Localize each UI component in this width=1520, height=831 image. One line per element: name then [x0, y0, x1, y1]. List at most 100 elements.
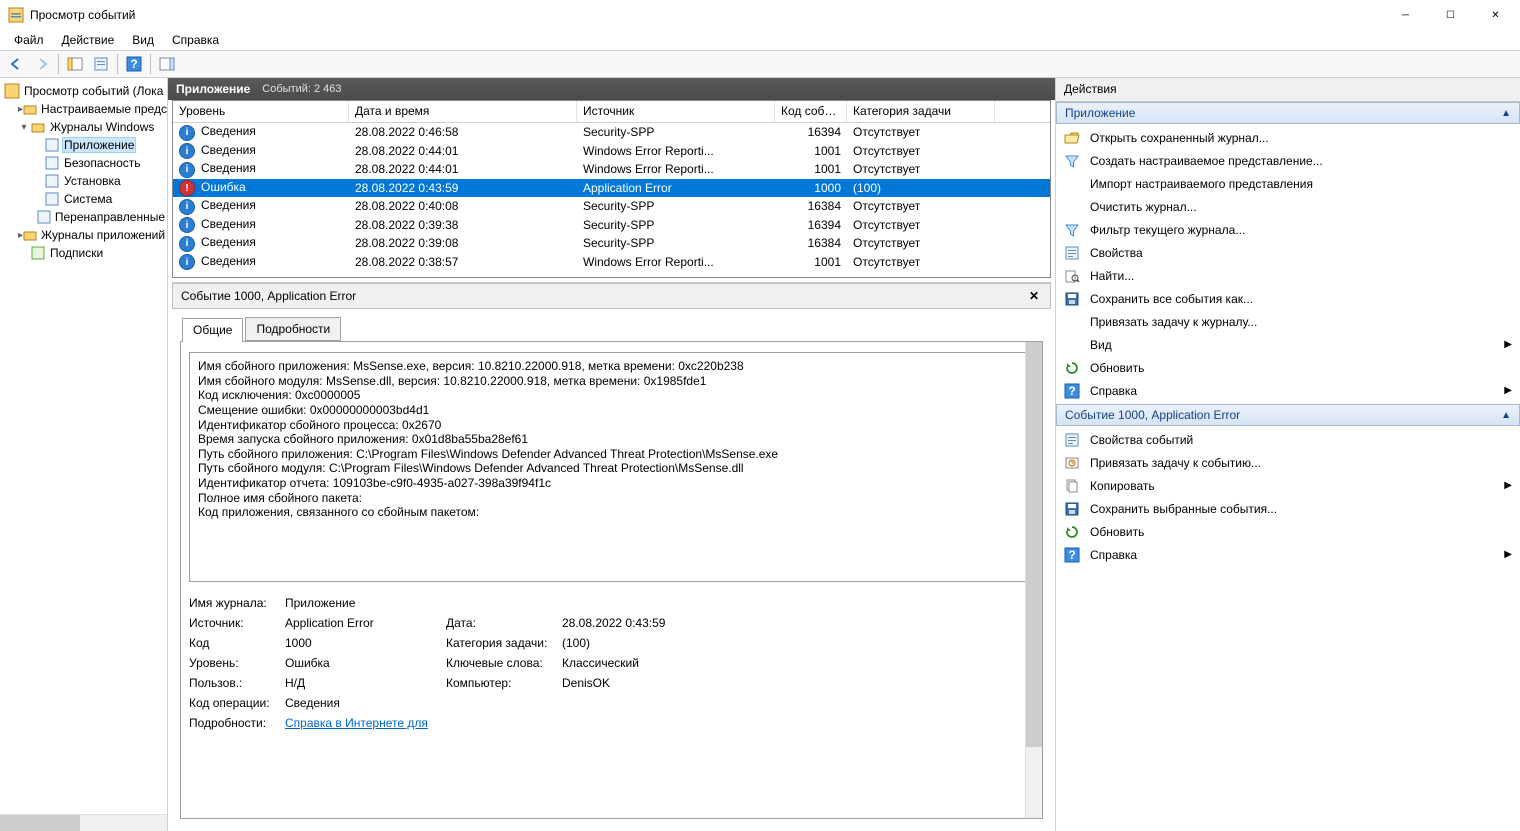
event-detail-close-button[interactable]: ✕: [1026, 288, 1042, 304]
table-row[interactable]: iСведения28.08.2022 0:44:01Windows Error…: [173, 160, 1050, 179]
action-item[interactable]: Обновить: [1056, 356, 1520, 379]
tab-general[interactable]: Общие: [182, 318, 243, 342]
column-datetime[interactable]: Дата и время: [349, 101, 577, 122]
action-label: Создать настраиваемое представление...: [1090, 154, 1512, 168]
info-icon: i: [179, 217, 195, 233]
tree-windows-logs[interactable]: ▾Журналы Windows: [14, 118, 167, 136]
close-button[interactable]: ✕: [1473, 0, 1518, 30]
props-icon: [1064, 432, 1080, 448]
action-item[interactable]: Создать настраиваемое представление...: [1056, 149, 1520, 172]
svg-text:?: ?: [1068, 548, 1075, 562]
action-label: Сохранить все события как...: [1090, 292, 1512, 306]
tree-setup[interactable]: Установка: [28, 172, 167, 190]
window-title: Просмотр событий: [30, 8, 1383, 22]
tree-app-service-logs[interactable]: ▸Журналы приложений: [14, 226, 167, 244]
tree-subscriptions[interactable]: Подписки: [14, 244, 167, 262]
table-row[interactable]: iСведения28.08.2022 0:38:57Windows Error…: [173, 253, 1050, 272]
action-item[interactable]: Вид▶: [1056, 333, 1520, 356]
info-icon: i: [179, 143, 195, 159]
tree-security[interactable]: Безопасность: [28, 154, 167, 172]
val-date: 28.08.2022 0:43:59: [562, 616, 822, 630]
svg-text:?: ?: [1068, 384, 1075, 398]
events-count: Событий: 2 463: [262, 83, 341, 95]
help-icon: ?: [1064, 383, 1080, 399]
tree-root[interactable]: Просмотр событий (Лока: [0, 82, 167, 100]
refresh-icon: [1064, 360, 1080, 376]
show-tree-button[interactable]: [63, 53, 87, 75]
action-item[interactable]: Привязать задачу к событию...: [1056, 451, 1520, 474]
chevron-right-icon: ▶: [1504, 549, 1512, 560]
tree-system[interactable]: Система: [28, 190, 167, 208]
action-item[interactable]: Найти...: [1056, 264, 1520, 287]
tab-details[interactable]: Подробности: [245, 317, 341, 341]
actions-section-event[interactable]: Событие 1000, Application Error▲: [1056, 404, 1520, 426]
action-item[interactable]: Свойства: [1056, 241, 1520, 264]
detail-vertical-scrollbar[interactable]: [1025, 342, 1042, 818]
error-icon: !: [179, 180, 195, 196]
forward-button[interactable]: [30, 53, 54, 75]
back-button[interactable]: [4, 53, 28, 75]
action-item[interactable]: ?Справка▶: [1056, 379, 1520, 402]
minimize-button[interactable]: ─: [1383, 0, 1428, 30]
menu-help[interactable]: Справка: [164, 31, 227, 49]
column-source[interactable]: Источник: [577, 101, 775, 122]
table-row[interactable]: iСведения28.08.2022 0:39:38Security-SPP1…: [173, 216, 1050, 235]
none-icon: [1064, 176, 1080, 192]
column-level[interactable]: Уровень: [173, 101, 349, 122]
navigation-tree: Просмотр событий (Лока ▸Настраиваемые пр…: [0, 78, 168, 831]
action-item[interactable]: Обновить: [1056, 520, 1520, 543]
svg-text:?: ?: [130, 57, 137, 71]
table-row[interactable]: iСведения28.08.2022 0:46:58Security-SPP1…: [173, 123, 1050, 142]
none-icon: [1064, 337, 1080, 353]
help-button[interactable]: ?: [122, 53, 146, 75]
column-eventid[interactable]: Код события: [775, 101, 847, 122]
actions-pane: Действия Приложение▲ Открыть сохраненный…: [1055, 78, 1520, 831]
action-item[interactable]: Очистить журнал...: [1056, 195, 1520, 218]
menu-action[interactable]: Действие: [54, 31, 123, 49]
tree-custom-views[interactable]: ▸Настраиваемые предс: [14, 100, 167, 118]
action-item[interactable]: ?Справка▶: [1056, 543, 1520, 566]
lbl-category: Категория задачи:: [446, 636, 556, 650]
save-icon: [1064, 501, 1080, 517]
val-level: Ошибка: [285, 656, 440, 670]
action-item[interactable]: Копировать▶: [1056, 474, 1520, 497]
action-label: Фильтр текущего журнала...: [1090, 223, 1512, 237]
val-source: Application Error: [285, 616, 440, 630]
filter-icon: [1064, 222, 1080, 238]
action-item[interactable]: Импорт настраиваемого представления: [1056, 172, 1520, 195]
action-item[interactable]: Открыть сохраненный журнал...: [1056, 126, 1520, 149]
tree-forwarded[interactable]: Перенаправленные: [28, 208, 167, 226]
chevron-right-icon: ▶: [1504, 480, 1512, 491]
table-row[interactable]: !Ошибка28.08.2022 0:43:59Application Err…: [173, 179, 1050, 198]
val-log: Приложение: [285, 596, 822, 610]
menu-view[interactable]: Вид: [124, 31, 162, 49]
action-item[interactable]: Свойства событий: [1056, 428, 1520, 451]
action-item[interactable]: Сохранить выбранные события...: [1056, 497, 1520, 520]
events-header: Приложение Событий: 2 463: [168, 78, 1055, 100]
val-code: 1000: [285, 636, 440, 650]
show-actions-button[interactable]: [155, 53, 179, 75]
tree-horizontal-scrollbar[interactable]: [0, 814, 167, 831]
event-description[interactable]: Имя сбойного приложения: MsSense.exe, ве…: [189, 352, 1034, 582]
action-item[interactable]: Фильтр текущего журнала...: [1056, 218, 1520, 241]
table-row[interactable]: iСведения28.08.2022 0:44:01Windows Error…: [173, 142, 1050, 161]
link-online-help[interactable]: Справка в Интернете для: [285, 716, 428, 730]
none-icon: [1064, 314, 1080, 330]
table-row[interactable]: iСведения28.08.2022 0:39:08Security-SPP1…: [173, 234, 1050, 253]
action-label: Обновить: [1090, 525, 1512, 539]
action-item[interactable]: Сохранить все события как...: [1056, 287, 1520, 310]
tree-application[interactable]: Приложение: [28, 136, 167, 154]
maximize-button[interactable]: ☐: [1428, 0, 1473, 30]
table-row[interactable]: iСведения28.08.2022 0:40:08Security-SPP1…: [173, 197, 1050, 216]
actions-section-log[interactable]: Приложение▲: [1056, 102, 1520, 124]
action-label: Обновить: [1090, 361, 1512, 375]
properties-button[interactable]: [89, 53, 113, 75]
val-opcode: Сведения: [285, 696, 822, 710]
menu-file[interactable]: Файл: [6, 31, 52, 49]
event-detail-title: Событие 1000, Application Error: [181, 289, 356, 303]
column-task[interactable]: Категория задачи: [847, 101, 995, 122]
action-item[interactable]: Привязать задачу к журналу...: [1056, 310, 1520, 333]
val-category: (100): [562, 636, 822, 650]
lbl-date: Дата:: [446, 616, 556, 630]
chevron-right-icon: ▶: [1504, 385, 1512, 396]
